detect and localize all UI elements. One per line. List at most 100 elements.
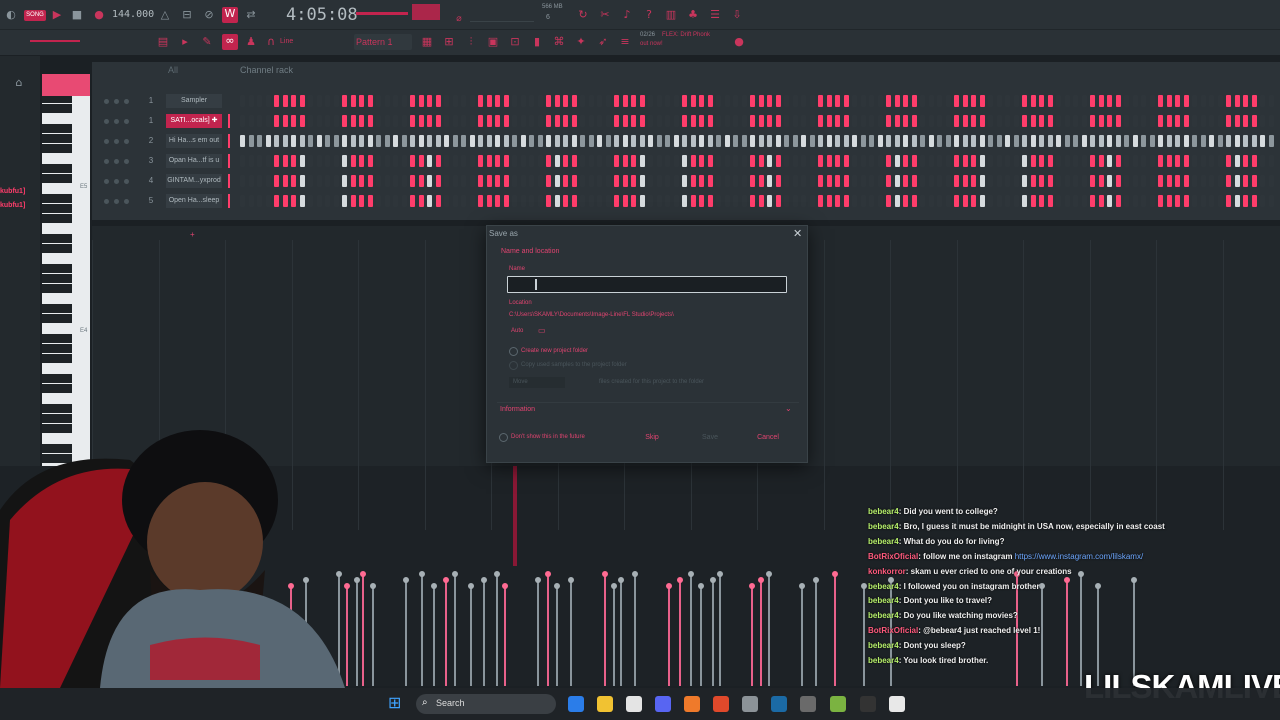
pitch-knob-icon[interactable]: ⌀ <box>452 12 466 26</box>
step-button[interactable] <box>1115 135 1121 147</box>
copilot-icon[interactable] <box>568 696 584 712</box>
step-button[interactable] <box>1056 155 1061 167</box>
step-button[interactable] <box>546 95 551 107</box>
step-button[interactable] <box>665 135 670 147</box>
snap-value[interactable]: Line <box>280 38 293 45</box>
step-button[interactable] <box>597 115 602 127</box>
step-button[interactable] <box>495 195 500 207</box>
step-button[interactable] <box>656 115 662 127</box>
step-button[interactable] <box>1081 95 1087 107</box>
step-button[interactable] <box>333 175 339 187</box>
mixer-icon[interactable]: ▥ <box>664 8 678 22</box>
step-button[interactable] <box>945 115 951 127</box>
step-button[interactable] <box>622 115 628 127</box>
step-button[interactable] <box>886 195 891 207</box>
step-button[interactable] <box>376 175 381 187</box>
touch-keyboard-icon[interactable]: ⌘ <box>552 35 566 49</box>
step-button[interactable] <box>1030 195 1036 207</box>
step-button[interactable] <box>818 95 823 107</box>
step-button[interactable] <box>410 175 415 187</box>
step-button[interactable] <box>580 175 585 187</box>
step-button[interactable] <box>826 195 832 207</box>
step-button[interactable] <box>1158 115 1163 127</box>
step-button[interactable] <box>1192 115 1197 127</box>
step-button[interactable] <box>911 155 917 167</box>
velocity-handle[interactable] <box>535 577 541 583</box>
step-button[interactable] <box>707 175 713 187</box>
step-button[interactable] <box>1200 155 1206 167</box>
step-button[interactable] <box>452 155 458 167</box>
step-button[interactable] <box>384 155 390 167</box>
step-button[interactable] <box>1090 95 1095 107</box>
step-button[interactable] <box>1243 195 1248 207</box>
step-button[interactable] <box>1047 115 1053 127</box>
step-button[interactable] <box>1141 175 1146 187</box>
step-button[interactable] <box>1200 95 1206 107</box>
step-button[interactable] <box>648 195 653 207</box>
step-button[interactable] <box>435 175 441 187</box>
step-button[interactable] <box>1115 155 1121 167</box>
step-button[interactable] <box>971 195 976 207</box>
step-button[interactable] <box>384 135 390 147</box>
black-key[interactable] <box>42 344 72 353</box>
channel-volume-bar[interactable] <box>228 114 230 128</box>
step-button[interactable] <box>979 115 985 127</box>
black-key[interactable] <box>42 124 72 133</box>
black-key[interactable] <box>42 194 72 203</box>
step-button[interactable] <box>767 95 772 107</box>
export-icon[interactable]: ➶ <box>596 35 610 49</box>
step-button[interactable] <box>767 155 772 167</box>
step-button[interactable] <box>359 175 364 187</box>
step-button[interactable] <box>401 175 407 187</box>
add-pattern-icon[interactable]: + <box>190 230 195 239</box>
step-button[interactable] <box>571 115 577 127</box>
step-button[interactable] <box>597 95 602 107</box>
step-button[interactable] <box>342 115 347 127</box>
velocity-handle[interactable] <box>545 571 551 577</box>
step-button[interactable] <box>393 155 398 167</box>
step-button[interactable] <box>1124 155 1129 167</box>
step-button[interactable] <box>418 115 424 127</box>
step-button[interactable] <box>495 135 500 147</box>
step-button[interactable] <box>954 115 959 127</box>
step-button[interactable] <box>512 175 517 187</box>
step-button[interactable] <box>554 95 560 107</box>
step-button[interactable] <box>733 115 738 127</box>
step-button[interactable] <box>444 175 449 187</box>
velocity-handle[interactable] <box>481 577 487 583</box>
step-button[interactable] <box>1132 135 1138 147</box>
step-button[interactable] <box>537 175 543 187</box>
help-icon[interactable]: ? <box>642 8 656 22</box>
velocity-bar[interactable] <box>749 583 755 686</box>
step-button[interactable] <box>860 115 866 127</box>
step-button[interactable] <box>265 135 271 147</box>
step-button[interactable] <box>716 115 721 127</box>
step-button[interactable] <box>979 195 985 207</box>
step-button[interactable] <box>248 115 254 127</box>
step-button[interactable] <box>1234 95 1240 107</box>
step-button[interactable] <box>792 135 798 147</box>
step-button[interactable] <box>1013 155 1019 167</box>
step-button[interactable] <box>367 95 373 107</box>
step-button[interactable] <box>648 115 653 127</box>
step-button[interactable] <box>886 175 891 187</box>
step-button[interactable] <box>1107 175 1112 187</box>
step-button[interactable] <box>1149 195 1155 207</box>
step-button[interactable] <box>427 135 432 147</box>
stop-icon[interactable]: ■ <box>70 8 84 22</box>
step-button[interactable] <box>401 95 407 107</box>
step-button[interactable] <box>988 195 993 207</box>
step-button[interactable] <box>1260 195 1265 207</box>
step-button[interactable] <box>1098 115 1104 127</box>
plugin-db-icon[interactable]: ▮ <box>530 35 544 49</box>
app-icon[interactable] <box>860 696 876 712</box>
step-button[interactable] <box>690 95 696 107</box>
step-button[interactable] <box>1039 175 1044 187</box>
step-button[interactable] <box>537 115 543 127</box>
record-icon[interactable]: ● <box>92 8 106 22</box>
step-button[interactable] <box>342 135 347 147</box>
step-button[interactable] <box>937 155 942 167</box>
step-button[interactable] <box>486 155 492 167</box>
undo-icon[interactable]: ↻ <box>576 8 590 22</box>
browser-item[interactable]: kubfu1] <box>0 202 25 209</box>
